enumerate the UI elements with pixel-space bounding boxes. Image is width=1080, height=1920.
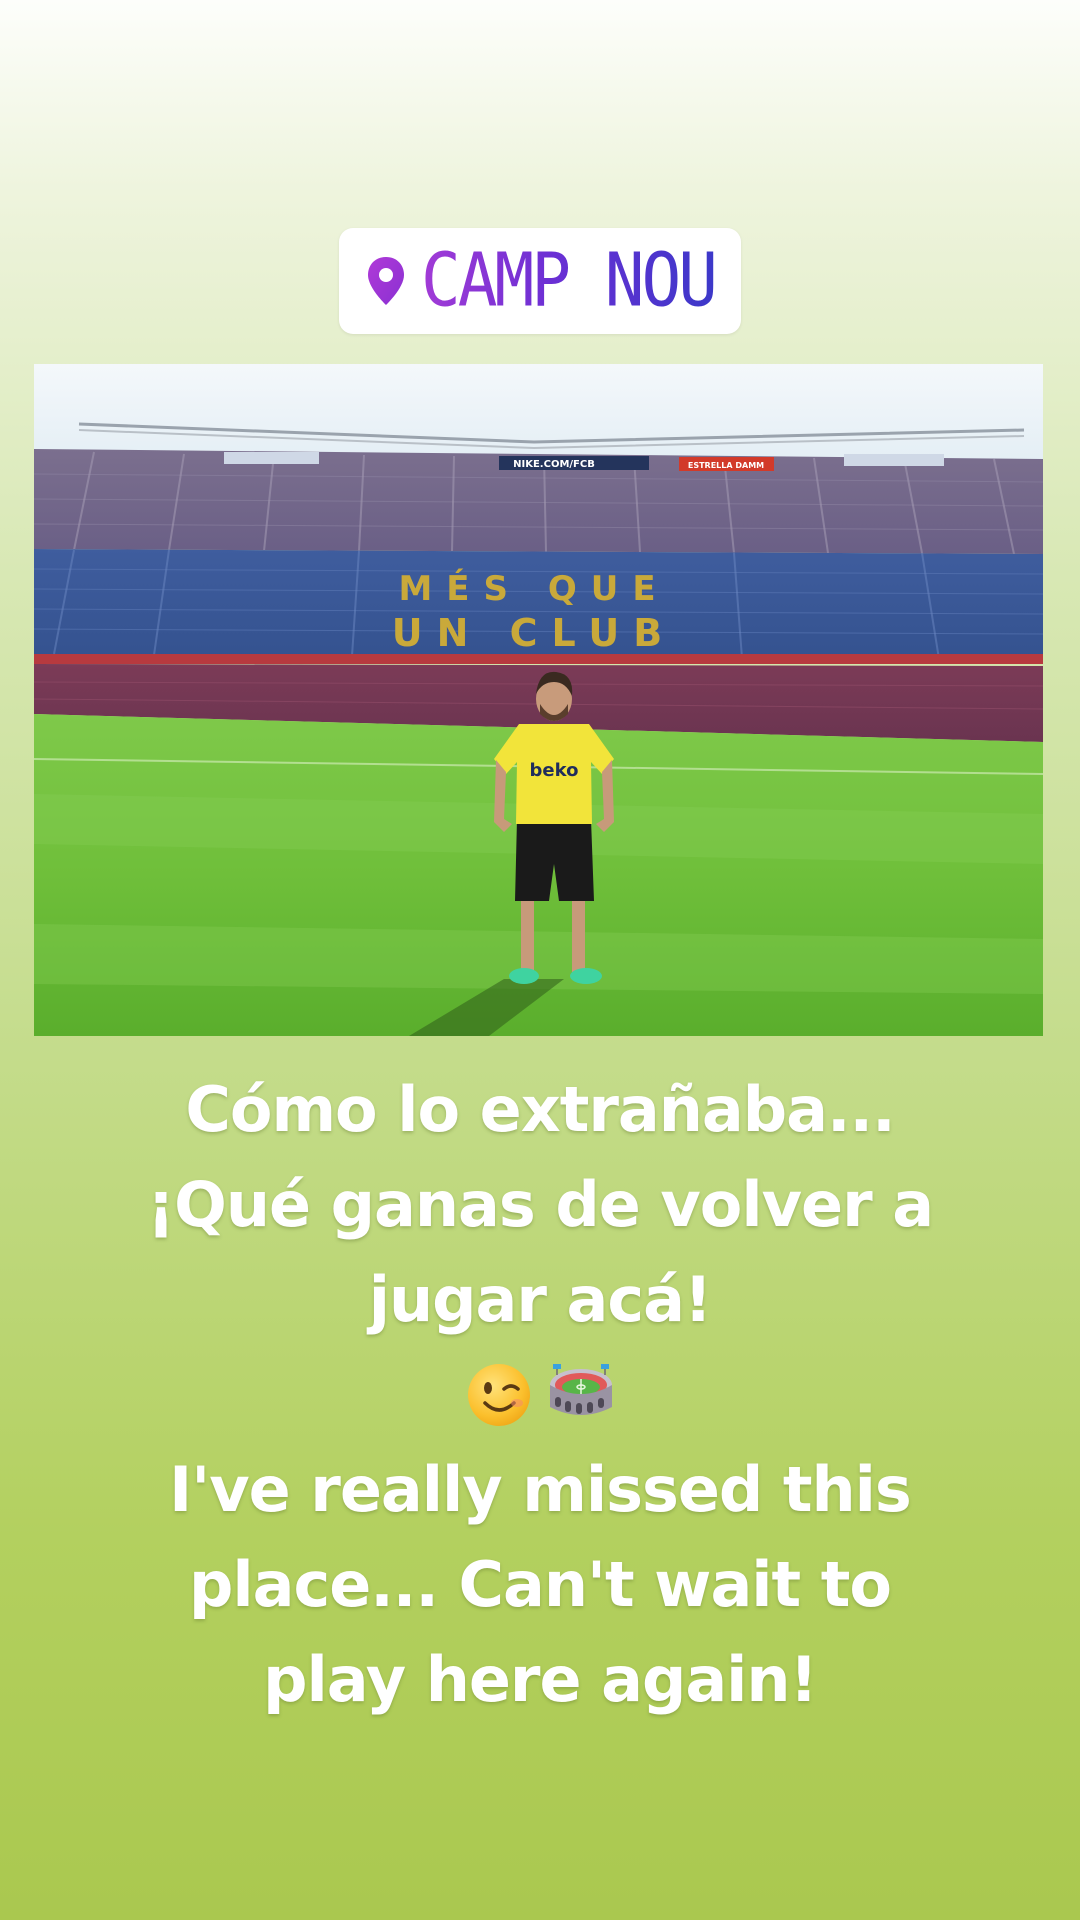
stadium-photo: NIKE.COM/FCB ESTRELLA DAMM MÉS QUE UN CL… [34,364,1043,1036]
stand-slogan-top: MÉS QUE [398,568,669,609]
location-pin-icon [368,257,405,305]
caption-english-line-2: place... Can't wait to [188,1548,892,1621]
caption-english-line-1: I've really missed this [169,1453,912,1526]
shirt-sponsor: beko [530,760,579,781]
caption-spanish-line-3: jugar acá! [368,1263,712,1336]
caption-spanish-line-2: ¡Qué ganas de volver a [146,1168,934,1241]
banner-right: ESTRELLA DAMM [688,461,764,470]
location-name: CAMP NOU [421,237,718,324]
winking-face-icon [468,1363,530,1426]
caption-emoji-row [60,1347,1020,1442]
story-photo: NIKE.COM/FCB ESTRELLA DAMM MÉS QUE UN CL… [34,364,1043,1036]
location-sticker[interactable]: CAMP NOU [339,228,741,334]
story-caption: Cómo lo extrañaba... ¡Qué ganas de volve… [60,1062,1020,1727]
caption-english-line-3: play here again! [263,1643,818,1716]
stand-slogan-bottom: UN CLUB [392,611,676,655]
caption-spanish-line-1: Cómo lo extrañaba... [185,1073,895,1146]
stadium-icon [550,1363,612,1415]
banner-center: NIKE.COM/FCB [513,459,595,470]
